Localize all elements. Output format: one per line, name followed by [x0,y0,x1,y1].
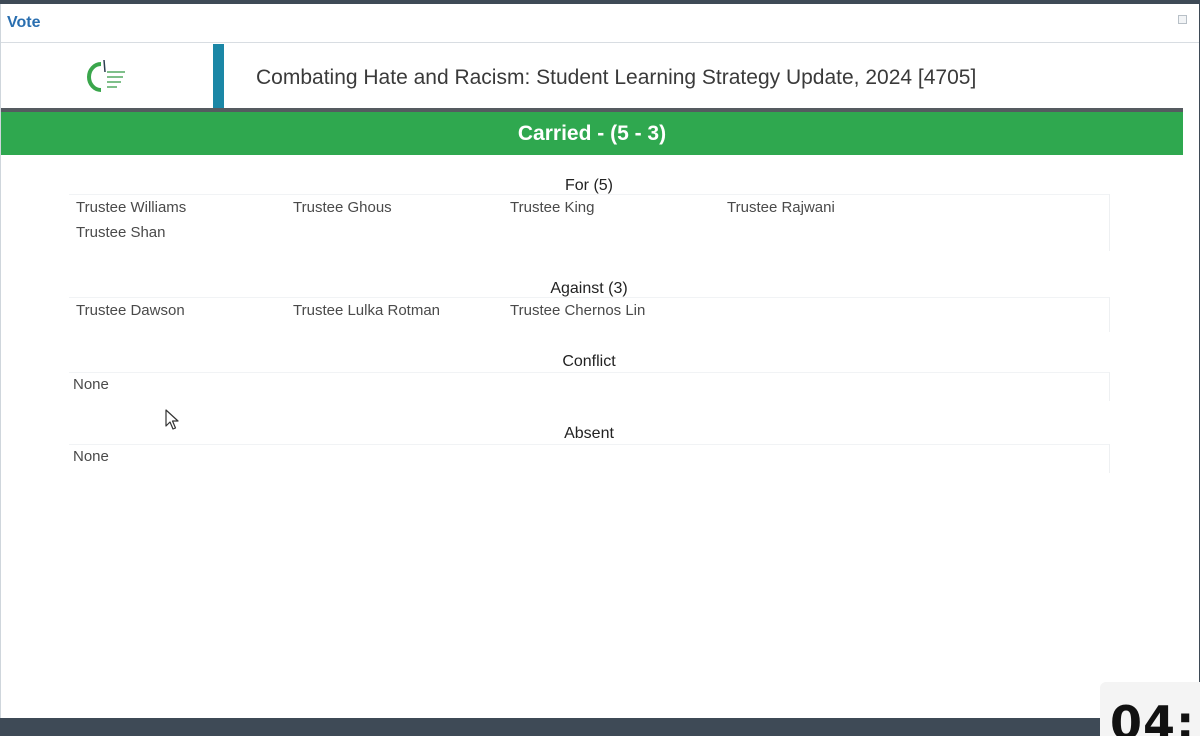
conflict-none-text: None [73,376,109,393]
window-titlebar: Vote [1,4,1199,43]
screen: Vote Combating Hate and Racism: Student … [0,0,1200,736]
for-section: For (5) Trustee Williams Trustee Ghous T… [69,172,1110,252]
absent-box: None [69,444,1110,473]
against-voter-name: Trustee Dawson [76,302,185,319]
bottom-taskbar-strip [0,718,1200,736]
window-title: Vote [7,14,41,31]
against-names-box: Trustee Dawson Trustee Lulka Rotman Trus… [69,297,1110,332]
vote-header: Combating Hate and Racism: Student Learn… [1,44,1183,108]
clock-overlay: 04: [1100,682,1200,736]
against-section: Against (3) Trustee Dawson Trustee Lulka… [69,275,1110,335]
conflict-box: None [69,372,1110,401]
clock-text: 04: [1110,696,1196,736]
against-heading: Against (3) [550,280,628,297]
for-voter-name: Trustee King [510,199,595,216]
vote-window: Vote Combating Hate and Racism: Student … [0,4,1199,718]
meeting-item-title: Combating Hate and Racism: Student Learn… [256,66,977,89]
conflict-section: Conflict None [69,352,1110,402]
for-voter-name: Trustee Rajwani [727,199,835,216]
school-board-logo [87,59,125,92]
mouse-pointer-icon [165,409,179,430]
for-voter-name: Trustee Williams [76,199,187,216]
absent-heading: Absent [564,425,614,442]
against-voter-name: Trustee Lulka Rotman [293,302,441,319]
for-voter-name: Trustee Ghous [293,199,392,216]
for-voter-name: Trustee Shan [76,224,166,241]
against-voter-name: Trustee Chernos Lin [510,302,646,319]
conflict-heading: Conflict [562,353,616,370]
for-names-box: Trustee Williams Trustee Ghous Trustee K… [69,194,1110,251]
header-accent-bar [213,44,224,108]
vote-result-label: Carried - (5 - 3) [517,122,667,145]
close-icon[interactable] [1178,15,1187,24]
absent-none-text: None [73,448,109,465]
absent-section: Absent None [69,424,1110,474]
vote-result-banner: Carried - (5 - 3) [1,112,1183,155]
for-heading: For (5) [565,177,613,194]
